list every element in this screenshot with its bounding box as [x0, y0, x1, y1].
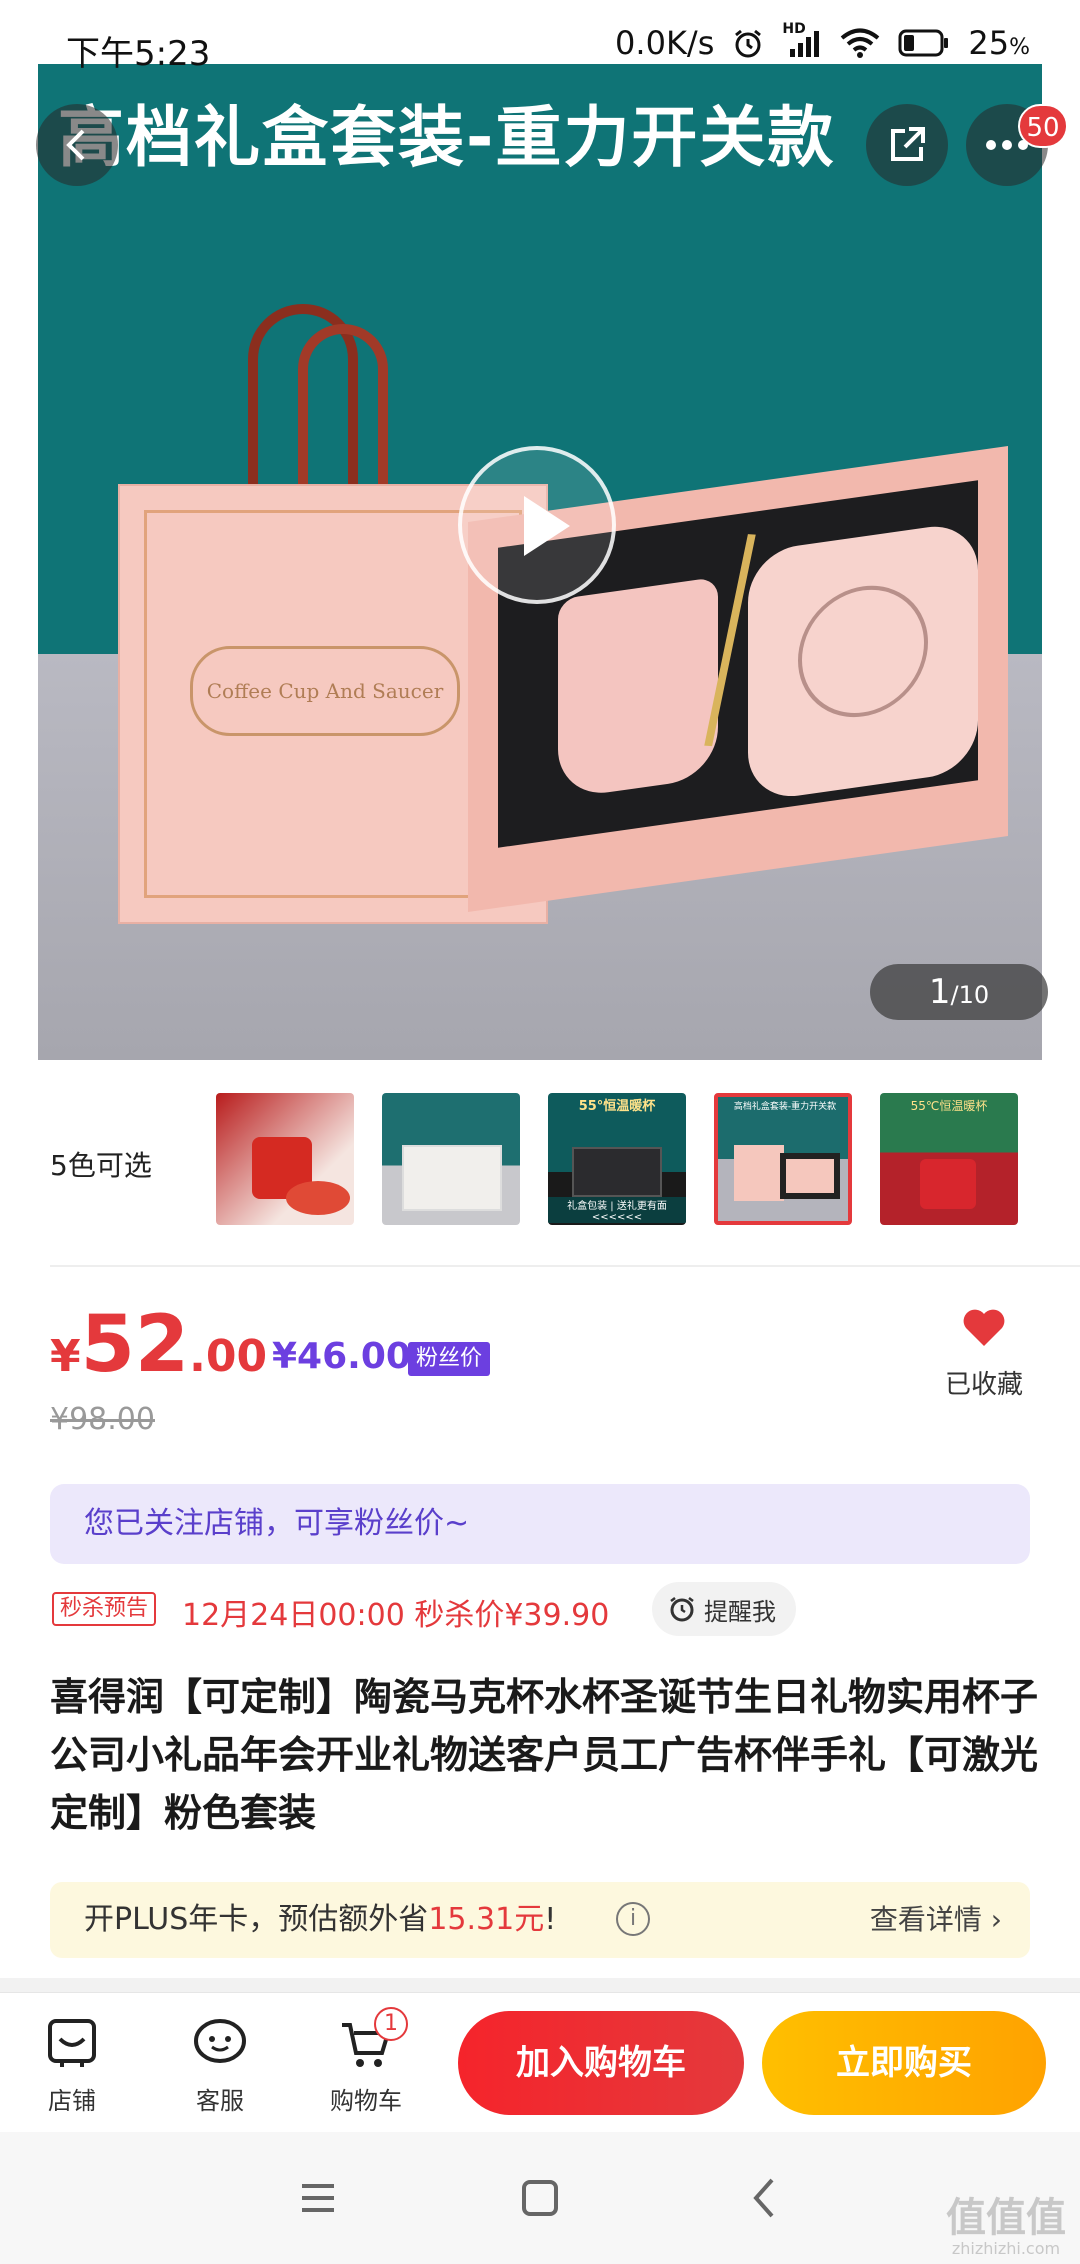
thumb-caption: 55°恒温暖杯: [578, 1099, 656, 1114]
price-currency: ¥: [50, 1331, 81, 1382]
alarm-icon: [735, 29, 762, 58]
thumb-box-shape: [572, 1147, 662, 1197]
signal-icon: HD: [782, 21, 822, 59]
share-button[interactable]: [866, 104, 948, 186]
battery-level: 25%: [968, 24, 1030, 62]
plus-membership-bar[interactable]: 开PLUS年卡，预估额外省15.31元! i 查看详情 ›: [50, 1882, 1030, 1958]
service-button[interactable]: 客服: [170, 2015, 270, 2116]
add-to-cart-button[interactable]: 加入购物车: [458, 2011, 744, 2115]
thumb-caption: 高档礼盒套装-重力开关款: [733, 1102, 837, 1112]
plus-prefix: 开PLUS年卡，预估额外省: [84, 1902, 429, 1937]
gallery-banner-text: 高档礼盒套装-重力开关款: [58, 99, 836, 176]
thumb-box-shape: [402, 1145, 502, 1211]
menu-icon[interactable]: [288, 2172, 348, 2224]
color-thumb[interactable]: [216, 1093, 354, 1225]
share-icon: [891, 127, 925, 161]
thumb-box-shape: [780, 1153, 840, 1199]
plus-text: 开PLUS年卡，预估额外省15.31元!: [84, 1882, 556, 1958]
wifi-icon: [841, 28, 880, 58]
watermark: 值值值 zhizhizhi.com: [946, 2196, 1066, 2258]
heart-icon: [963, 1309, 1005, 1346]
cart-label: 购物车: [330, 2087, 402, 2115]
battery-unit: %: [1009, 35, 1030, 60]
back-arrow-icon[interactable]: [736, 2172, 796, 2224]
status-icons: 0.0K/s HD 25%: [615, 21, 1030, 62]
chevron-left-icon: [66, 129, 85, 161]
color-thumb[interactable]: 55℃恒温暖杯: [880, 1093, 1018, 1225]
product-title: 喜得润【可定制】陶瓷马克杯水杯圣诞节生日礼物实用杯子公司小礼品年会开业礼物送客户…: [50, 1675, 1039, 1835]
counter-total: /10: [950, 981, 990, 1009]
thumb-coaster-shape: [286, 1181, 350, 1215]
product-gallery[interactable]: 高档礼盒套装-重力开关款 Coffee Cup And Saucer: [38, 64, 1042, 1060]
thumb-mug-shape: [920, 1159, 976, 1209]
more-dots-icon: [986, 140, 1028, 150]
watermark-sub: zhizhizhi.com: [951, 2239, 1061, 2258]
counter-current: 1: [928, 972, 951, 1012]
color-count-label: 5色可选: [50, 1149, 152, 1182]
card-separator: [0, 1978, 1080, 1992]
remind-me-button[interactable]: 提醒我: [652, 1582, 796, 1636]
favorite-label: 已收藏: [944, 1370, 1023, 1400]
bag-label: Coffee Cup And Saucer: [190, 646, 460, 736]
remind-label: 提醒我: [704, 1597, 776, 1626]
battery-icon: [898, 29, 949, 57]
warmer-coaster-image: [748, 520, 978, 803]
bottom-action-bar: 店铺 客服 1 购物车 加入购物车 立即购买: [0, 1992, 1080, 2132]
thumb-caption-2: 礼盒包装 | 送礼更有面 <<<<<<: [548, 1197, 686, 1223]
net-speed: 0.0K/s: [615, 24, 715, 62]
battery-percent: 25: [968, 24, 1010, 62]
shop-icon: [48, 2019, 96, 2067]
buy-now-button[interactable]: 立即购买: [762, 2011, 1046, 2115]
shop-button[interactable]: 店铺: [22, 2015, 122, 2116]
back-button[interactable]: [36, 104, 118, 186]
thumb-box-shape: [734, 1145, 784, 1201]
mug-image: [558, 576, 718, 800]
plus-detail-link[interactable]: 查看详情 ›: [870, 1882, 1002, 1958]
color-options: 5色可选 55°恒温暖杯 礼盒包装 | 送礼更有面 <<<<<< 高档礼盒套装-…: [0, 1060, 1080, 1265]
color-thumb[interactable]: [382, 1093, 520, 1225]
home-square-icon[interactable]: [510, 2172, 570, 2224]
message-badge: 50: [1018, 104, 1068, 148]
status-time: 下午5:23: [66, 34, 211, 74]
color-thumb-selected[interactable]: 高档礼盒套装-重力开关款: [714, 1093, 852, 1225]
service-label: 客服: [196, 2087, 244, 2115]
original-price: ¥98.00: [50, 1402, 155, 1437]
seckill-info: 12月24日00:00 秒杀价¥39.90: [182, 1598, 610, 1633]
price-decimal: .00: [189, 1331, 268, 1382]
system-nav-bar: 值值值 zhizhizhi.com: [0, 2132, 1080, 2264]
cart-button[interactable]: 1 购物车: [316, 2007, 416, 2116]
plus-save-amount: 15.31元: [428, 1902, 545, 1937]
current-price: ¥52.00: [50, 1300, 267, 1390]
plus-suffix: !: [544, 1902, 557, 1937]
fan-notice: 您已关注店铺，可享粉丝价~: [50, 1484, 1030, 1564]
image-counter: 1/10: [870, 964, 1048, 1020]
fan-price-tag: 粉丝价: [408, 1342, 491, 1376]
thumb-caption: 55℃恒温暖杯: [910, 1099, 988, 1113]
chat-icon: [194, 2019, 246, 2063]
shop-label: 店铺: [48, 2087, 96, 2115]
alarm-clock-icon: [670, 1597, 694, 1622]
color-thumb[interactable]: 55°恒温暖杯 礼盒包装 | 送礼更有面 <<<<<<: [548, 1093, 686, 1225]
section-divider: [50, 1265, 1080, 1267]
coaster-ring: [798, 577, 928, 726]
seckill-tag: 秒杀预告: [52, 1592, 157, 1626]
info-icon[interactable]: i: [616, 1902, 650, 1936]
cart-count-badge: 1: [374, 2007, 408, 2041]
fan-price: ¥46.00: [272, 1336, 411, 1377]
watermark-text: 值值值: [946, 2195, 1066, 2241]
favorite-button[interactable]: 已收藏: [944, 1308, 1024, 1401]
status-bar: 下午5:23 0.0K/s HD 25%: [0, 0, 1080, 92]
video-play-button[interactable]: [458, 446, 616, 604]
price-integer: 52: [80, 1300, 190, 1390]
bag-handle: [298, 324, 388, 494]
